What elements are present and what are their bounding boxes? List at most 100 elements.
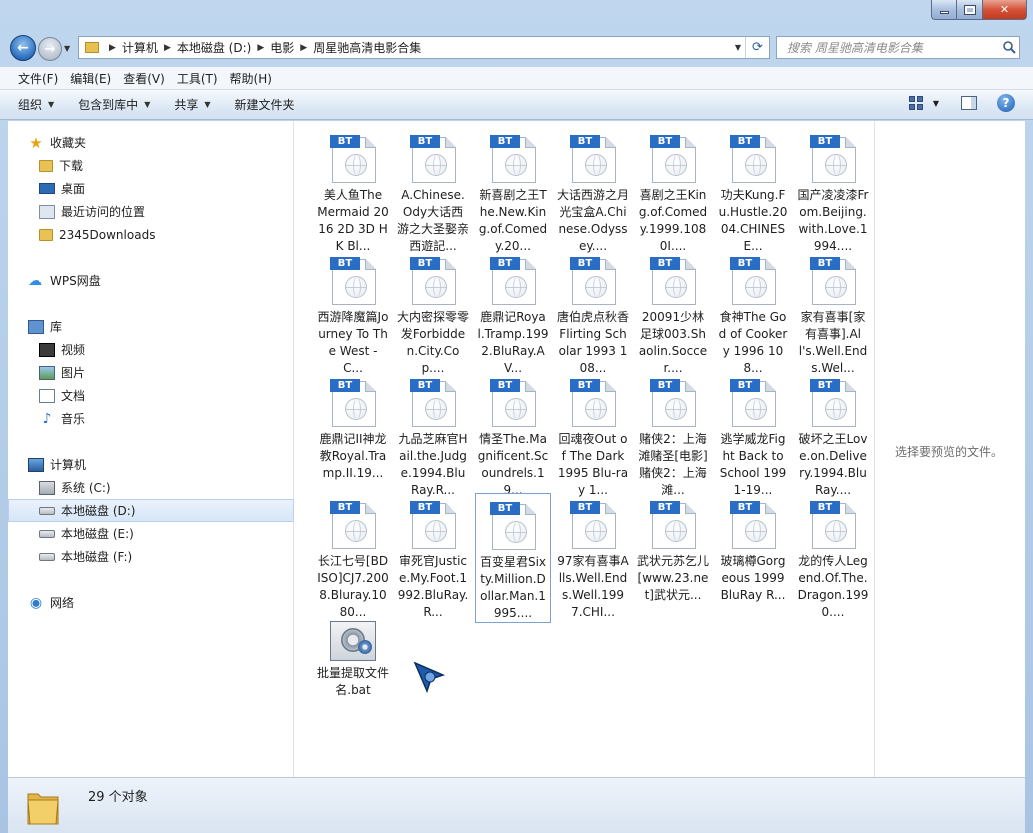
bt-badge: BT — [810, 135, 840, 148]
file-item[interactable]: BT 赌侠2：上海滩赌圣[电影]赌侠2：上海滩... — [635, 371, 711, 499]
recent-pages-dropdown[interactable]: ▼ — [64, 44, 70, 53]
file-item[interactable]: BT 家有喜事[家有喜事].All's.Well.Ends.Wel... — [795, 249, 871, 377]
nav-item-drive-e[interactable]: 本地磁盘 (E:) — [8, 522, 294, 545]
torrent-file-icon: BT — [570, 135, 616, 183]
menu-edit[interactable]: 编辑(E) — [64, 70, 117, 87]
nav-item-recent-places[interactable]: 最近访问的位置 — [8, 200, 294, 223]
search-icon[interactable] — [999, 41, 1019, 54]
file-name: 家有喜事[家有喜事].All's.Well.Ends.Wel... — [798, 310, 868, 375]
view-options-dropdown[interactable]: ▼ — [933, 99, 939, 108]
folder-icon — [39, 228, 53, 241]
file-item[interactable]: BT 唐伯虎点秋香Flirting Scholar 1993 108... — [555, 249, 631, 377]
bt-badge: BT — [650, 501, 680, 514]
address-bar[interactable]: ▶ 计算机 ▶ 本地磁盘 (D:) ▶ 电影 ▶ 周星驰高清电影合集 ▼ ⟳ — [78, 36, 770, 59]
share-button[interactable]: 共享 ▼ — [174, 96, 210, 113]
nav-favorites[interactable]: ★ 收藏夹 — [8, 131, 294, 154]
change-view-button[interactable] — [908, 96, 925, 110]
new-folder-button[interactable]: 新建文件夹 — [235, 96, 295, 113]
bt-badge: BT — [810, 501, 840, 514]
nav-item-2345downloads[interactable]: 2345Downloads — [8, 223, 294, 246]
torrent-file-icon: BT — [730, 135, 776, 183]
bt-badge: BT — [730, 257, 760, 270]
nav-wps-cloud[interactable]: ☁ WPS网盘 — [8, 269, 294, 292]
organize-button[interactable]: 组织 ▼ — [18, 96, 54, 113]
file-item[interactable]: BT A.Chinese.Ody大话西游之大圣娶亲 西遊記... — [395, 127, 471, 255]
nav-item-drive-d[interactable]: 本地磁盘 (D:) — [8, 499, 294, 522]
file-name: 龙的传人Legend.Of.The.Dragon.1990.... — [797, 554, 869, 619]
maximize-button[interactable] — [957, 0, 983, 20]
forward-button[interactable]: → — [38, 37, 62, 61]
file-item[interactable]: BT 逃学威龙Fight Back to School 1991-19... — [715, 371, 791, 499]
command-bar: 组织 ▼ 包含到库中 ▼ 共享 ▼ 新建文件夹 ▼ ? — [0, 90, 1033, 120]
file-item[interactable]: BT 大内密探零零发Forbidden.City.Cop.... — [395, 249, 471, 377]
breadcrumb-movies[interactable]: 电影 — [270, 39, 294, 56]
file-item[interactable]: BT 武状元苏乞儿[www.23.net]武状元... — [635, 493, 711, 604]
address-history-dropdown[interactable]: ▼ — [735, 43, 741, 52]
bt-badge: BT — [810, 379, 840, 392]
file-item[interactable]: BT 百变星君Sixty.Million.Dollar.Man.1995.... — [475, 493, 551, 623]
chevron-down-icon: ▼ — [204, 100, 211, 109]
nav-item-label: 本地磁盘 (E:) — [61, 527, 134, 541]
chevron-right-icon[interactable]: ▶ — [164, 43, 171, 53]
nav-item-label: 本地磁盘 (F:) — [61, 550, 133, 564]
nav-computer[interactable]: 计算机 — [8, 453, 294, 476]
menu-view[interactable]: 查看(V) — [117, 70, 171, 87]
file-item[interactable]: BT 鹿鼎记Royal.Tramp.1992.BluRay.AV... — [475, 249, 551, 377]
nav-item-pictures[interactable]: 图片 — [8, 361, 294, 384]
nav-network[interactable]: ◉ 网络 — [8, 591, 294, 614]
breadcrumb-drive-d[interactable]: 本地磁盘 (D:) — [177, 39, 251, 56]
help-icon[interactable]: ? — [997, 94, 1015, 112]
nav-item-videos[interactable]: 视频 — [8, 338, 294, 361]
nav-item-desktop[interactable]: 桌面 — [8, 177, 294, 200]
nav-item-downloads[interactable]: 下载 — [8, 154, 294, 177]
file-item[interactable]: BT 喜剧之王King.of.Comedy.1999.1080I.... — [635, 127, 711, 255]
close-button[interactable]: ✕ — [983, 0, 1027, 20]
file-item[interactable]: BT 鹿鼎记II神龙教Royal.Tramp.II.19... — [315, 371, 391, 482]
file-item[interactable]: BT 食神The God of Cookery 1996 108... — [715, 249, 791, 377]
file-item[interactable]: BT 20091少林足球003.Shaolin.Soccer.... — [635, 249, 711, 377]
file-item[interactable]: BT 长江七号[BDISO]CJ7.2008.Bluray.1080... — [315, 493, 391, 621]
minimize-button[interactable] — [931, 0, 957, 20]
include-library-button[interactable]: 包含到库中 ▼ — [78, 96, 150, 113]
file-item[interactable]: BT 情圣The.Magnificent.Scoundrels.19... — [475, 371, 551, 499]
refresh-button[interactable]: ⟳ — [745, 37, 769, 58]
file-item[interactable]: BT 97家有喜事Alls.Well.Ends.Well.1997.CHI... — [555, 493, 631, 621]
file-item[interactable]: BT 回魂夜Out of The Dark 1995 Blu-ray 1... — [555, 371, 631, 499]
network-group: ◉ 网络 — [8, 591, 294, 614]
breadcrumb: ▶ 计算机 ▶ 本地磁盘 (D:) ▶ 电影 ▶ 周星驰高清电影合集 — [103, 39, 421, 56]
file-item[interactable]: BT 新喜剧之王The.New.King.of.Comedy.20... — [475, 127, 551, 255]
nav-libraries[interactable]: 库 — [8, 315, 294, 338]
file-item[interactable]: BT 九品芝麻官Hail.the.Judge.1994.BluRay.R... — [395, 371, 471, 499]
breadcrumb-current-folder[interactable]: 周星驰高清电影合集 — [313, 39, 421, 56]
file-item[interactable]: BT 审死官Justice.My.Foot.1992.BluRay.R... — [395, 493, 471, 621]
search-input[interactable] — [787, 40, 999, 55]
file-item[interactable]: BT 西游降魔篇Journey To The West - C... — [315, 249, 391, 377]
file-item[interactable]: BT 龙的传人Legend.Of.The.Dragon.1990.... — [795, 493, 871, 621]
chevron-right-icon[interactable]: ▶ — [300, 43, 307, 53]
nav-item-documents[interactable]: 文档 — [8, 384, 294, 407]
file-item[interactable]: 批量提取文件名.bat — [315, 615, 391, 699]
menu-file[interactable]: 文件(F) — [12, 70, 64, 87]
bt-badge: BT — [330, 257, 360, 270]
nav-item-drive-c[interactable]: 系统 (C:) — [8, 476, 294, 499]
back-button[interactable]: ← — [10, 35, 36, 61]
bt-badge: BT — [330, 379, 360, 392]
nav-item-music[interactable]: ♪ 音乐 — [8, 407, 294, 430]
file-item[interactable]: BT 功夫Kung.Fu.Hustle.2004.CHINESE... — [715, 127, 791, 255]
file-item[interactable]: BT 国产凌凌漆From.Beijing.with.Love.1994.... — [795, 127, 871, 255]
nav-libraries-label: 库 — [50, 320, 63, 334]
file-item[interactable]: BT 破坏之王Love.on.Delivery.1994.BluRay.... — [795, 371, 871, 499]
file-item[interactable]: BT 美人鱼The Mermaid 2016 2D 3D HK Bl... — [315, 127, 391, 255]
nav-item-drive-f[interactable]: 本地磁盘 (F:) — [8, 545, 294, 568]
file-item[interactable]: BT 玻璃樽Gorgeous 1999 BluRay R... — [715, 493, 791, 604]
menu-help[interactable]: 帮助(H) — [224, 70, 278, 87]
file-name: 情圣The.Magnificent.Scoundrels.19... — [477, 432, 549, 497]
breadcrumb-computer[interactable]: 计算机 — [122, 39, 158, 56]
preview-pane-button[interactable] — [961, 96, 977, 110]
file-item[interactable]: BT 大话西游之月光宝盒A.Chinese.Odyssey.... — [555, 127, 631, 255]
recent-places-icon — [39, 204, 55, 219]
chevron-right-icon[interactable]: ▶ — [257, 43, 264, 53]
menu-tools[interactable]: 工具(T) — [171, 70, 224, 87]
folder-icon — [26, 786, 60, 826]
file-name: 97家有喜事Alls.Well.Ends.Well.1997.CHI... — [557, 554, 629, 619]
